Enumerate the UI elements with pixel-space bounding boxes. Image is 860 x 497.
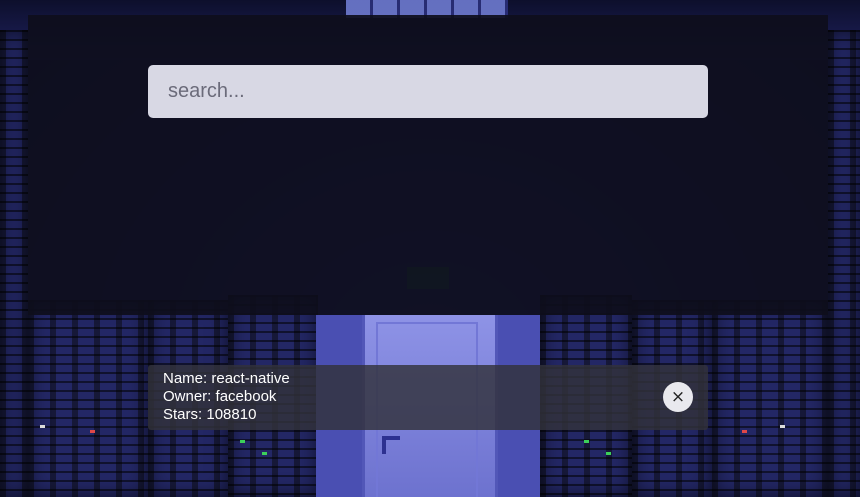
server-rack [28, 300, 148, 497]
server-rack [712, 300, 828, 497]
owner-value: facebook [215, 388, 277, 405]
remove-result-button[interactable]: × [663, 382, 693, 412]
repository-info: Name: react-native Owner: facebook Stars… [163, 370, 290, 424]
overlay-panel [28, 15, 828, 315]
search-input[interactable] [148, 65, 708, 118]
owner-label: Owner: [163, 388, 212, 405]
status-led [606, 452, 611, 455]
door-handle [382, 436, 386, 454]
status-led [742, 430, 747, 433]
server-rack [0, 30, 28, 497]
name-label: Name: [163, 370, 208, 387]
repository-result-card: Name: react-native Owner: facebook Stars… [148, 365, 708, 430]
server-rack [828, 30, 860, 497]
status-led [780, 425, 785, 428]
status-led [90, 430, 95, 433]
repository-name: Name: react-native [163, 370, 290, 388]
stars-value: 108810 [206, 406, 257, 423]
repository-stars: Stars: 108810 [163, 406, 290, 424]
close-icon: × [670, 386, 686, 407]
stars-label: Stars: [163, 406, 203, 423]
repository-owner: Owner: facebook [163, 388, 290, 406]
status-led [240, 440, 245, 443]
status-led [40, 425, 45, 428]
status-led [584, 440, 589, 443]
status-led [262, 452, 267, 455]
name-value: react-native [211, 370, 290, 387]
